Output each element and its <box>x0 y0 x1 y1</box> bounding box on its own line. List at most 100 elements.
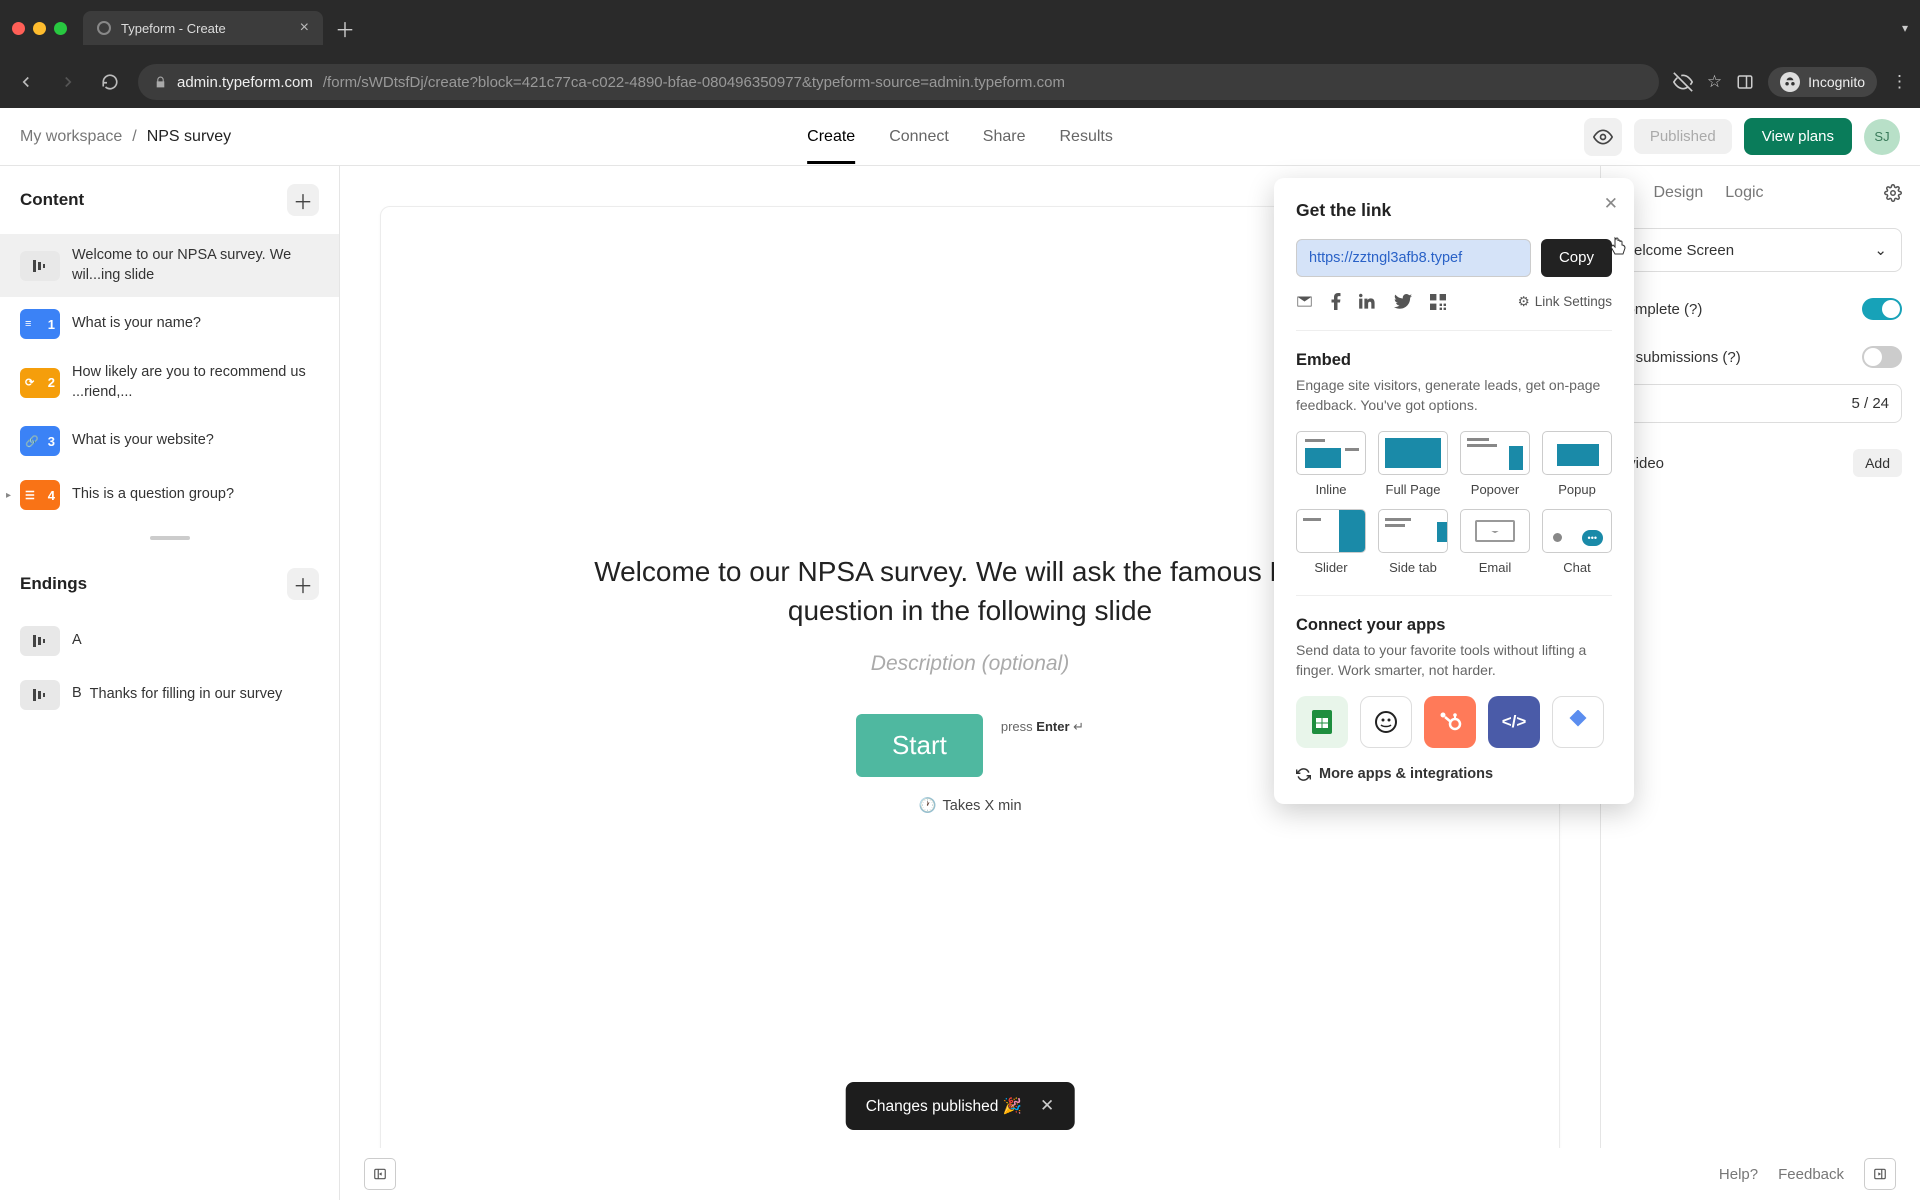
back-button[interactable] <box>12 68 40 96</box>
share-link-input[interactable]: https://zztngl3afb8.typef <box>1296 239 1531 277</box>
content-item-label: How likely are you to recommend us ...ri… <box>72 363 319 402</box>
add-content-button[interactable]: ＋ <box>287 184 319 216</box>
popover-close-button[interactable]: ✕ <box>1604 194 1618 214</box>
add-ending-button[interactable]: ＋ <box>287 568 319 600</box>
tabs-dropdown-icon[interactable]: ▾ <box>1902 21 1908 35</box>
window-close-button[interactable] <box>12 22 25 35</box>
welcome-text[interactable]: Welcome to our NPSA survey. We will ask … <box>590 552 1350 630</box>
toast-close-button[interactable]: ✕ <box>1040 1096 1054 1116</box>
press-enter-hint: press Enter ↵ <box>1001 719 1084 735</box>
embed-option-fullpage[interactable]: Full Page <box>1378 431 1448 497</box>
tab-results[interactable]: Results <box>1059 110 1112 164</box>
form-name[interactable]: NPS survey <box>147 128 231 146</box>
app-hubspot[interactable] <box>1424 696 1476 748</box>
ending-item-b[interactable]: B Thanks for filling in our survey <box>0 668 339 722</box>
new-tab-button[interactable]: ＋ <box>335 14 355 43</box>
ending-letter: A <box>72 631 82 651</box>
star-icon[interactable]: ☆ <box>1707 72 1722 92</box>
tab-close-icon[interactable]: × <box>300 19 309 37</box>
panel-icon[interactable] <box>1736 73 1754 91</box>
toggle-submissions[interactable] <box>1862 346 1902 368</box>
collapse-left-panel-button[interactable] <box>364 1158 396 1190</box>
window-controls <box>12 22 67 35</box>
start-button[interactable]: Start <box>856 714 983 777</box>
app-pipedrive[interactable] <box>1552 696 1604 748</box>
resize-handle[interactable] <box>150 536 190 540</box>
workspace-link[interactable]: My workspace <box>20 128 122 146</box>
content-item-q3[interactable]: 🔗3 What is your website? <box>0 414 339 468</box>
share-popover: Get the link ✕ https://zztngl3afb8.typef… <box>1274 178 1634 804</box>
incognito-badge[interactable]: Incognito <box>1768 67 1877 97</box>
short-text-icon: ≡1 <box>20 309 60 339</box>
question-type-select[interactable]: elcome Screen ⌄ <box>1619 228 1902 272</box>
facebook-share-icon[interactable] <box>1331 293 1341 310</box>
description-placeholder[interactable]: Description (optional) <box>871 652 1069 676</box>
connect-heading: Connect your apps <box>1296 616 1612 635</box>
tab-share[interactable]: Share <box>983 110 1026 164</box>
setting-complete: complete (?) <box>1619 298 1902 320</box>
copy-link-button[interactable]: Copy <box>1541 239 1612 277</box>
app-header: My workspace / NPS survey Create Connect… <box>0 108 1920 166</box>
browser-tab-strip: Typeform - Create × ＋ ▾ <box>0 0 1920 56</box>
tab-create[interactable]: Create <box>807 110 855 164</box>
breadcrumb-separator: / <box>132 128 136 146</box>
right-panel-tabs: Q Design Logic <box>1619 184 1902 202</box>
help-link[interactable]: Help? <box>1719 1166 1758 1183</box>
eye-off-icon[interactable] <box>1673 72 1693 92</box>
embed-option-chat[interactable]: •••Chat <box>1542 509 1612 575</box>
settings-gear-icon[interactable] <box>1884 184 1902 202</box>
content-item-q4[interactable]: ▸ ☰4 This is a question group? <box>0 468 339 522</box>
embed-option-email[interactable]: Email <box>1460 509 1530 575</box>
qr-share-icon[interactable] <box>1430 294 1446 310</box>
content-item-q1[interactable]: ≡1 What is your name? <box>0 297 339 351</box>
link-settings-button[interactable]: ⚙ Link Settings <box>1518 294 1612 310</box>
app-webhook[interactable]: </> <box>1488 696 1540 748</box>
window-minimize-button[interactable] <box>33 22 46 35</box>
embed-option-inline[interactable]: Inline <box>1296 431 1366 497</box>
email-share-icon[interactable] <box>1296 293 1313 310</box>
incognito-icon <box>1780 72 1800 92</box>
menu-icon[interactable]: ⋮ <box>1891 72 1908 92</box>
browser-tab[interactable]: Typeform - Create × <box>83 11 323 45</box>
ending-item-a[interactable]: A <box>0 614 339 668</box>
tab-connect[interactable]: Connect <box>889 110 949 164</box>
app-mailchimp[interactable] <box>1360 696 1412 748</box>
preview-button[interactable] <box>1584 118 1622 156</box>
toggle-complete[interactable] <box>1862 298 1902 320</box>
add-video-button[interactable]: Add <box>1853 449 1902 477</box>
tab-design[interactable]: Design <box>1653 184 1703 202</box>
twitter-share-icon[interactable] <box>1394 294 1412 309</box>
published-button[interactable]: Published <box>1634 119 1732 154</box>
tab-logic[interactable]: Logic <box>1725 184 1763 202</box>
website-icon: 🔗3 <box>20 426 60 456</box>
window-maximize-button[interactable] <box>54 22 67 35</box>
char-counter-field[interactable]: 5 / 24 <box>1619 384 1902 423</box>
address-bar[interactable]: admin.typeform.com/form/sWDtsfDj/create?… <box>138 64 1659 100</box>
view-plans-button[interactable]: View plans <box>1744 118 1852 155</box>
url-path: /form/sWDtsfDj/create?block=421c77ca-c02… <box>323 74 1065 91</box>
embed-option-popover[interactable]: Popover <box>1460 431 1530 497</box>
collapse-right-panel-button[interactable] <box>1864 1158 1896 1190</box>
content-item-q2[interactable]: ⟳2 How likely are you to recommend us ..… <box>0 351 339 414</box>
endings-title: Endings <box>20 574 87 594</box>
embed-option-slider[interactable]: Slider <box>1296 509 1366 575</box>
clock-icon: 🕐 <box>918 797 936 814</box>
share-icons-row: ⚙ Link Settings <box>1296 293 1612 310</box>
linkedin-share-icon[interactable] <box>1359 293 1376 310</box>
chevron-down-icon: ⌄ <box>1874 241 1887 259</box>
more-apps-link[interactable]: More apps & integrations <box>1296 766 1612 782</box>
avatar[interactable]: SJ <box>1864 119 1900 155</box>
content-item-label: Welcome to our NPSA survey. We wil...ing… <box>72 246 319 285</box>
forward-button[interactable] <box>54 68 82 96</box>
feedback-link[interactable]: Feedback <box>1778 1166 1844 1183</box>
content-item-welcome[interactable]: Welcome to our NPSA survey. We wil...ing… <box>0 234 339 297</box>
embed-option-popup[interactable]: Popup <box>1542 431 1612 497</box>
expand-caret-icon[interactable]: ▸ <box>6 490 11 501</box>
app-google-sheets[interactable] <box>1296 696 1348 748</box>
footer-bar: Help? Feedback <box>340 1148 1920 1200</box>
toast-notification: Changes published 🎉 ✕ <box>846 1082 1075 1130</box>
embed-option-sidetab[interactable]: Side tab <box>1378 509 1448 575</box>
content-item-label: What is your website? <box>72 431 214 451</box>
reload-button[interactable] <box>96 68 124 96</box>
connect-description: Send data to your favorite tools without… <box>1296 641 1612 680</box>
